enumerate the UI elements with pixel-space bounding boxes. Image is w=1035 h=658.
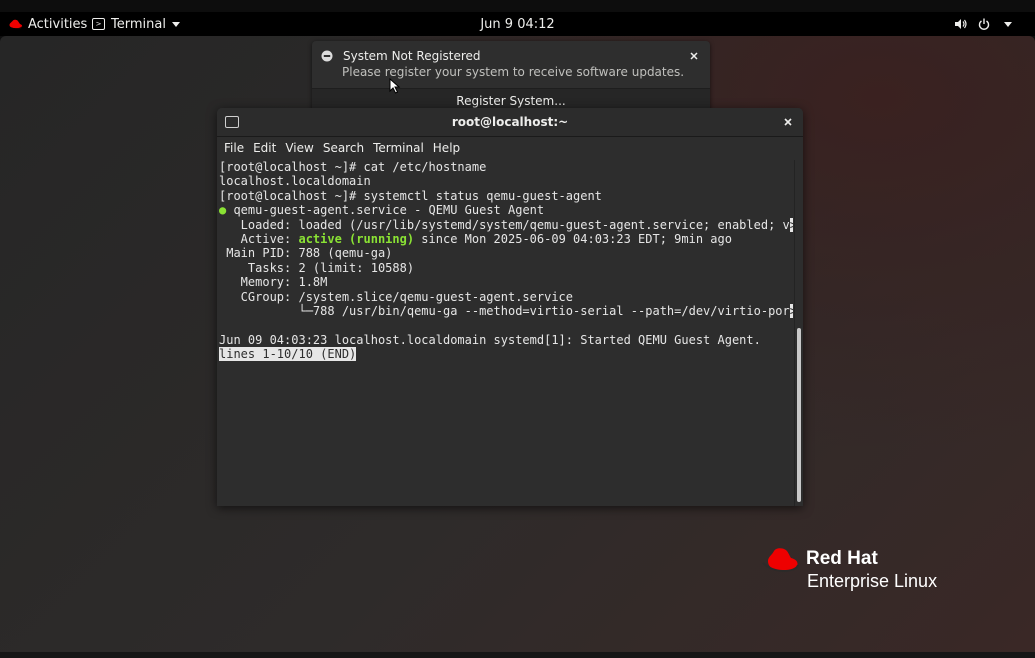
window-title: root@localhost:~ [451, 115, 569, 129]
mouse-pointer-icon [389, 78, 401, 94]
app-menu-label: Terminal [111, 16, 166, 32]
menu-search[interactable]: Search [316, 137, 364, 159]
terminal-window[interactable]: root@localhost:~ File Edit View Search T… [217, 108, 803, 506]
terminal-line: ● qemu-guest-agent.service - QEMU Guest … [219, 203, 793, 217]
minus-circle-icon [321, 50, 333, 62]
terminal-line: Jun 09 04:03:23 localhost.localdomain sy… [219, 332, 761, 347]
brand-name: Red Hat [806, 548, 878, 569]
notification-banner[interactable]: System Not Registered Please register yo… [312, 41, 710, 114]
menu-view[interactable]: View [278, 137, 313, 159]
terminal-app-icon: > [92, 18, 105, 30]
terminal-line: CGroup: /system.slice/qemu-guest-agent.s… [219, 289, 574, 304]
redhat-logo: Red Hat Enterprise Linux [762, 545, 972, 595]
terminal-line: [root@localhost ~]# cat /etc/hostname [219, 160, 487, 174]
terminal-line: Memory: 1.8M [219, 275, 328, 290]
pager-status: lines 1-10/10 (END) [219, 347, 357, 362]
clock[interactable]: Jun 9 04:12 [480, 17, 554, 32]
chevron-down-icon[interactable] [1001, 17, 1015, 31]
notification-body: Please register your system to receive s… [342, 65, 685, 79]
active-since: since Mon 2025-06-09 04:03:23 EDT; 9min … [414, 232, 732, 247]
truncation-marker: > [789, 304, 793, 319]
active-status: active (running) [298, 232, 415, 247]
active-label: Active: [219, 232, 299, 247]
loaded-text: Loaded: loaded (/usr/lib/systemd/system/… [219, 217, 790, 232]
chevron-down-icon [171, 21, 180, 27]
system-tray[interactable] [943, 12, 1015, 36]
terminal-output[interactable]: [root@localhost ~]# cat /etc/hostname loc… [219, 160, 793, 362]
activities-label: Activities [28, 16, 88, 32]
terminal-line: localhost.localdomain [219, 174, 371, 189]
notification-title: System Not Registered [343, 49, 481, 63]
top-bar: Activities > Terminal Jun 9 04:12 [0, 12, 1035, 36]
power-icon[interactable] [977, 17, 991, 31]
terminal-line: Active: active (running) since Mon 2025-… [219, 232, 793, 246]
unit-description: qemu-guest-agent.service - QEMU Guest Ag… [226, 203, 545, 218]
window-titlebar[interactable]: root@localhost:~ [217, 108, 803, 137]
volume-icon[interactable] [953, 17, 967, 31]
scrollbar-thumb[interactable] [797, 328, 801, 502]
terminal-line: └─788 /usr/bin/qemu-ga --method=virtio-s… [219, 304, 793, 319]
brand-product: Enterprise Linux [807, 571, 938, 591]
terminal-viewport[interactable]: [root@localhost ~]# cat /etc/hostname loc… [217, 160, 803, 506]
app-menu-button[interactable]: > Terminal [92, 12, 180, 36]
terminal-line: Main PID: 788 (qemu-ga) [219, 246, 393, 261]
terminal-line: Loaded: loaded (/usr/lib/systemd/system/… [219, 217, 793, 232]
activities-button[interactable]: Activities [8, 12, 87, 36]
redhat-hat-icon [8, 19, 23, 29]
terminal-line-empty [219, 318, 793, 332]
cgroup-process: └─788 /usr/bin/qemu-ga --method=virtio-s… [219, 304, 790, 319]
menu-terminal[interactable]: Terminal [366, 137, 424, 159]
menu-edit[interactable]: Edit [246, 137, 276, 159]
close-icon[interactable] [782, 116, 794, 128]
terminal-line: [root@localhost ~]# systemctl status qem… [219, 188, 602, 203]
close-icon[interactable] [688, 50, 700, 62]
menu-bar: File Edit View Search Terminal Help [217, 137, 803, 159]
truncation-marker: > [789, 217, 793, 232]
terminal-line: Tasks: 2 (limit: 10588) [219, 260, 415, 275]
scrollbar[interactable] [794, 160, 802, 506]
bottom-edge [0, 652, 1035, 658]
redhat-hat-icon [762, 548, 799, 573]
menu-help[interactable]: Help [426, 137, 460, 159]
pager-status-line: lines 1-10/10 (END) [219, 347, 793, 362]
menu-file[interactable]: File [217, 137, 244, 159]
